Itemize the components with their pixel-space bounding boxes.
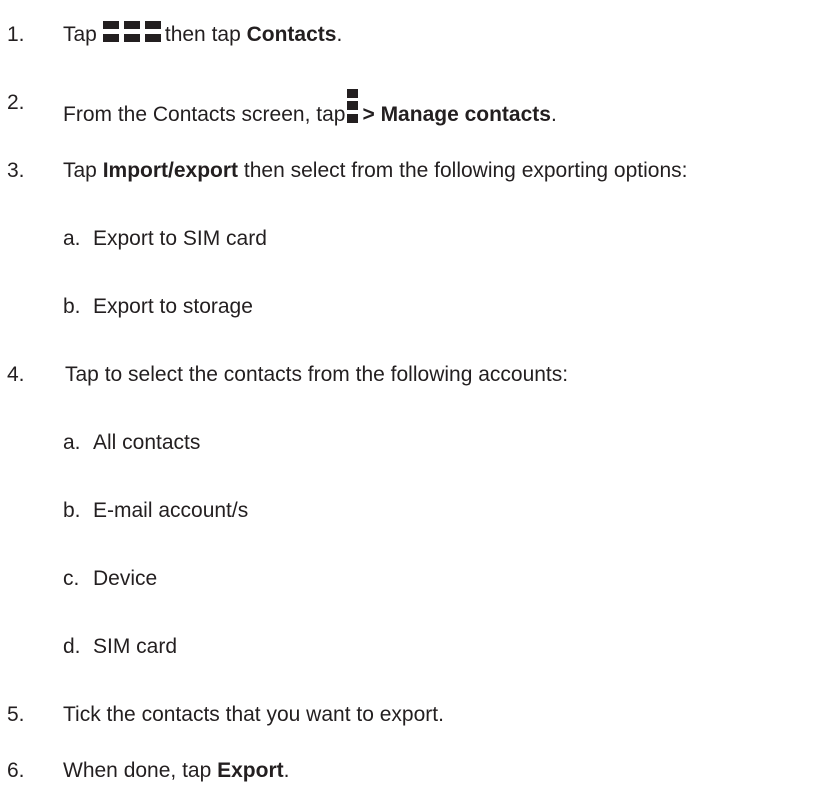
sub-step-3b: b. Export to storage [63, 293, 563, 321]
step-number: 6. [7, 759, 25, 782]
contacts-label: Contacts [246, 23, 337, 46]
step-number: 5. [7, 703, 25, 726]
sub-step-letter: a. [63, 227, 81, 250]
apps-grid-icon [102, 21, 161, 43]
step-3: 3. Tap Import/export then select from th… [7, 157, 829, 185]
step-text: Tap Import/export then select from the f… [63, 159, 688, 182]
sub-step-text: Export to storage [93, 295, 253, 318]
step-1: 1. Tap then tap Contacts. [7, 21, 807, 49]
sub-step-text: E-mail account/s [93, 499, 249, 522]
sub-step-4d: d. SIM card [63, 633, 563, 661]
step-text: From the Contacts screen, tap > Manage co… [63, 89, 557, 129]
sub-step-4c: c. Device [63, 565, 563, 593]
sub-step-text: SIM card [93, 635, 178, 658]
sub-step-text: Export to SIM card [93, 227, 267, 250]
step-text: Tap to select the contacts from the foll… [65, 363, 569, 386]
step-2: 2. From the Contacts screen, tap > Manage… [7, 89, 807, 126]
step-number: 3. [7, 159, 25, 182]
sub-step-3a: a. Export to SIM card [63, 225, 563, 253]
step-5: 5. Tick the contacts that you want to ex… [7, 701, 807, 729]
import-export-label: Import/export [102, 159, 239, 182]
sub-step-letter: a. [63, 431, 81, 454]
sub-step-4b: b. E-mail account/s [63, 497, 563, 525]
sub-step-letter: c. [63, 567, 80, 590]
manage-contacts-label: > Manage contacts [362, 103, 551, 126]
step-number: 1. [7, 23, 25, 46]
step-text: When done, tap Export. [63, 759, 290, 782]
step-text: Tick the contacts that you want to expor… [63, 703, 444, 726]
sub-step-text: All contacts [93, 431, 201, 454]
sub-step-4a: a. All contacts [63, 429, 563, 457]
step-number: 4. [7, 363, 25, 386]
step-4: 4. Tap to select the contacts from the f… [7, 361, 807, 389]
step-number: 2. [7, 91, 25, 114]
step-6: 6. When done, tap Export. [7, 757, 807, 785]
sub-step-text: Device [93, 567, 158, 590]
export-label: Export [217, 759, 284, 782]
menu-icon [347, 89, 359, 125]
step-text: Tap then tap Contacts. [63, 21, 343, 46]
sub-step-letter: b. [63, 499, 81, 522]
sub-step-letter: b. [63, 295, 81, 318]
sub-step-letter: d. [63, 635, 81, 658]
